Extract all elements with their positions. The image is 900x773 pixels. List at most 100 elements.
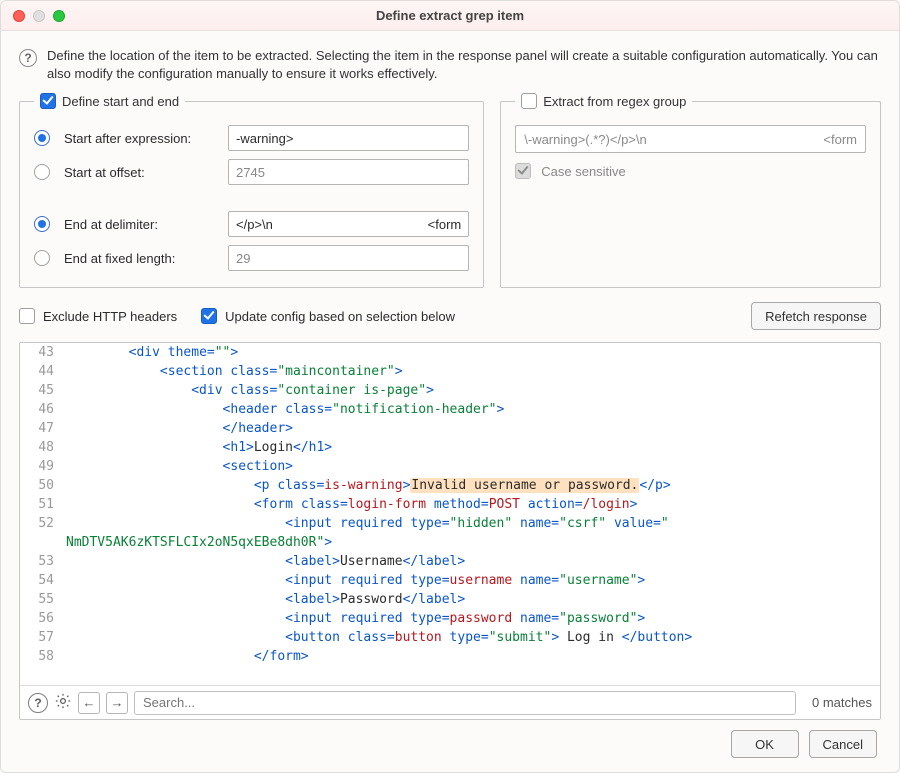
line-code: </form> bbox=[66, 647, 880, 666]
extract-regex-label: Extract from regex group bbox=[543, 94, 686, 109]
line-number: 44 bbox=[20, 362, 66, 381]
line-code: <div class="container is-page"> bbox=[66, 381, 880, 400]
line-code: <section> bbox=[66, 457, 880, 476]
regex-input-value-left: \-warning>(.*?)</p>\n bbox=[524, 132, 646, 147]
line-code: NmDTV5AK6zKTSFLCIx2oN5qxEBe8dh0R"> bbox=[66, 533, 880, 552]
titlebar: Define extract grep item bbox=[1, 1, 899, 31]
end-at-delimiter-radio[interactable] bbox=[34, 216, 50, 232]
start-after-expression-value: -warning> bbox=[236, 131, 293, 146]
editor-line[interactable]: 54 <input required type=username name="u… bbox=[20, 571, 880, 590]
line-code: </header> bbox=[66, 419, 880, 438]
editor-footer: ? ← → 0 matches bbox=[20, 685, 880, 719]
line-number: 58 bbox=[20, 647, 66, 666]
end-at-fixed-length-label: End at fixed length: bbox=[60, 251, 218, 266]
start-at-offset-value: 2745 bbox=[236, 165, 265, 180]
next-match-button[interactable]: → bbox=[106, 692, 128, 714]
editor-line[interactable]: NmDTV5AK6zKTSFLCIx2oN5qxEBe8dh0R"> bbox=[20, 533, 880, 552]
line-number: 56 bbox=[20, 609, 66, 628]
line-number: 43 bbox=[20, 343, 66, 362]
end-at-delimiter-input[interactable]: </p>\n <form bbox=[228, 211, 469, 237]
editor-line[interactable]: 43 <div theme=""> bbox=[20, 343, 880, 362]
response-panel: 43 <div theme="">44 <section class="main… bbox=[19, 342, 881, 720]
end-at-delimiter-value-left: </p>\n bbox=[236, 217, 273, 232]
dialog-window: Define extract grep item ? Define the lo… bbox=[0, 0, 900, 773]
help-icon[interactable]: ? bbox=[28, 693, 48, 713]
match-count: 0 matches bbox=[802, 695, 872, 710]
line-code: <button class=button type="submit"> Log … bbox=[66, 628, 880, 647]
line-code: <form class=login-form method=POST actio… bbox=[66, 495, 880, 514]
line-code: <input required type="hidden" name="csrf… bbox=[66, 514, 880, 533]
exclude-http-headers-label: Exclude HTTP headers bbox=[43, 309, 177, 324]
dialog-content: ? Define the location of the item to be … bbox=[1, 31, 899, 772]
start-at-offset-input[interactable]: 2745 bbox=[228, 159, 469, 185]
editor-line[interactable]: 50 <p class=is-warning>Invalid username … bbox=[20, 476, 880, 495]
editor-line[interactable]: 51 <form class=login-form method=POST ac… bbox=[20, 495, 880, 514]
case-sensitive-checkbox[interactable] bbox=[515, 163, 531, 179]
panel-extract-regex: Extract from regex group \-warning>(.*?)… bbox=[500, 93, 881, 288]
line-number: 49 bbox=[20, 457, 66, 476]
define-start-end-checkbox[interactable] bbox=[40, 93, 56, 109]
start-after-expression-input[interactable]: -warning> bbox=[228, 125, 469, 151]
panel-define-start-end: Define start and end Start after express… bbox=[19, 93, 484, 288]
define-start-end-label: Define start and end bbox=[62, 94, 179, 109]
refetch-response-button[interactable]: Refetch response bbox=[751, 302, 881, 330]
editor-line[interactable]: 47 </header> bbox=[20, 419, 880, 438]
panel-define-start-end-legend: Define start and end bbox=[34, 93, 185, 109]
end-at-fixed-length-value: 29 bbox=[236, 251, 250, 266]
editor-line[interactable]: 46 <header class="notification-header"> bbox=[20, 400, 880, 419]
start-after-expression-radio[interactable] bbox=[34, 130, 50, 146]
line-code: <p class=is-warning>Invalid username or … bbox=[66, 476, 880, 495]
update-config-checkbox[interactable] bbox=[201, 308, 217, 324]
line-number: 57 bbox=[20, 628, 66, 647]
panels-row: Define start and end Start after express… bbox=[19, 93, 881, 288]
start-at-offset-radio[interactable] bbox=[34, 164, 50, 180]
prev-match-button[interactable]: ← bbox=[78, 692, 100, 714]
editor-line[interactable]: 52 <input required type="hidden" name="c… bbox=[20, 514, 880, 533]
editor-line[interactable]: 56 <input required type=password name="p… bbox=[20, 609, 880, 628]
editor-line[interactable]: 48 <h1>Login</h1> bbox=[20, 438, 880, 457]
editor-line[interactable]: 55 <label>Password</label> bbox=[20, 590, 880, 609]
update-config-label: Update config based on selection below bbox=[225, 309, 455, 324]
editor-line[interactable]: 45 <div class="container is-page"> bbox=[20, 381, 880, 400]
end-at-delimiter-label: End at delimiter: bbox=[60, 217, 218, 232]
options-row: Exclude HTTP headers Update config based… bbox=[19, 302, 881, 330]
line-number: 55 bbox=[20, 590, 66, 609]
dialog-footer: OK Cancel bbox=[19, 720, 881, 762]
regex-input-value-right: <form bbox=[823, 132, 857, 147]
editor-line[interactable]: 57 <button class=button type="submit"> L… bbox=[20, 628, 880, 647]
response-editor[interactable]: 43 <div theme="">44 <section class="main… bbox=[20, 343, 880, 685]
gear-icon[interactable] bbox=[54, 692, 72, 713]
help-icon[interactable]: ? bbox=[19, 49, 37, 67]
line-number: 47 bbox=[20, 419, 66, 438]
start-at-offset-label: Start at offset: bbox=[60, 165, 218, 180]
line-code: <h1>Login</h1> bbox=[66, 438, 880, 457]
regex-input[interactable]: \-warning>(.*?)</p>\n <form bbox=[515, 125, 866, 153]
line-code: <input required type=password name="pass… bbox=[66, 609, 880, 628]
extract-regex-checkbox[interactable] bbox=[521, 93, 537, 109]
line-number bbox=[20, 533, 66, 552]
line-code: <header class="notification-header"> bbox=[66, 400, 880, 419]
start-after-expression-label: Start after expression: bbox=[60, 131, 218, 146]
line-number: 54 bbox=[20, 571, 66, 590]
exclude-http-headers-checkbox[interactable] bbox=[19, 308, 35, 324]
editor-line[interactable]: 53 <label>Username</label> bbox=[20, 552, 880, 571]
case-sensitive-label: Case sensitive bbox=[541, 164, 626, 179]
ok-button[interactable]: OK bbox=[731, 730, 799, 758]
line-code: <input required type=username name="user… bbox=[66, 571, 880, 590]
panel-extract-regex-legend: Extract from regex group bbox=[515, 93, 692, 109]
search-input[interactable] bbox=[134, 691, 796, 715]
window-title: Define extract grep item bbox=[1, 8, 899, 23]
editor-line[interactable]: 44 <section class="maincontainer"> bbox=[20, 362, 880, 381]
line-code: <label>Username</label> bbox=[66, 552, 880, 571]
line-number: 52 bbox=[20, 514, 66, 533]
line-number: 51 bbox=[20, 495, 66, 514]
line-code: <section class="maincontainer"> bbox=[66, 362, 880, 381]
end-at-fixed-length-input[interactable]: 29 bbox=[228, 245, 469, 271]
end-at-fixed-length-radio[interactable] bbox=[34, 250, 50, 266]
editor-line[interactable]: 58 </form> bbox=[20, 647, 880, 666]
editor-line[interactable]: 49 <section> bbox=[20, 457, 880, 476]
cancel-button[interactable]: Cancel bbox=[809, 730, 877, 758]
intro-text: Define the location of the item to be ex… bbox=[47, 47, 881, 83]
line-number: 50 bbox=[20, 476, 66, 495]
line-code: <label>Password</label> bbox=[66, 590, 880, 609]
